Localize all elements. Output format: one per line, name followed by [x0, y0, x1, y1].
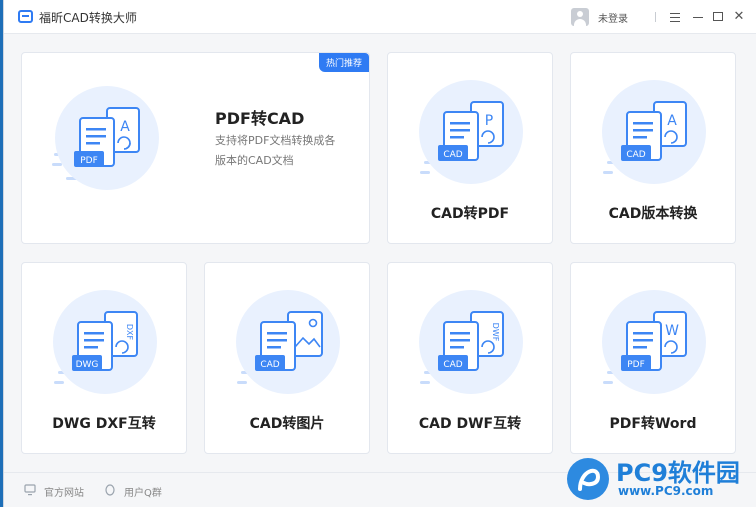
svg-text:DXF: DXF [125, 324, 134, 341]
card-dwg-dxf-convert[interactable]: DWG DXF DWG DXF互转 [21, 262, 187, 454]
card-cad-to-pdf[interactable]: CAD P CAD转PDF [387, 52, 553, 244]
card-label: CAD转图片 [249, 416, 325, 432]
card-cad-dwf-convert[interactable]: CAD DWF CAD DWF互转 [387, 262, 553, 454]
card-label: CAD版本转换 [608, 206, 698, 222]
title-bar: 福昕CAD转换大师 未登录 ✕ [4, 0, 756, 34]
user-qq-group-link[interactable]: 用户Q群 [124, 484, 162, 499]
pdf-file-convert-icon: PDF A [52, 86, 159, 190]
hero-desc-line2: 版本的CAD文档 [215, 154, 294, 167]
svg-text:CAD: CAD [443, 360, 462, 370]
login-status-link[interactable]: 未登录 [598, 10, 628, 25]
svg-text:PDF: PDF [80, 156, 98, 166]
dwg-file-convert-icon: DWG DXF [53, 290, 157, 394]
app-title: 福昕CAD转换大师 [39, 11, 137, 25]
card-label: DWG DXF互转 [52, 416, 156, 432]
hero-desc-line1: 支持将PDF文档转换成各 [215, 134, 336, 147]
svg-text:DWG: DWG [76, 360, 99, 370]
card-pdf-to-word[interactable]: PDF W PDF转Word [570, 262, 736, 454]
close-icon[interactable]: ✕ [731, 9, 747, 25]
svg-text:CAD: CAD [443, 150, 462, 160]
svg-text:DWF: DWF [491, 323, 500, 342]
monitor-icon [24, 484, 36, 496]
svg-text:CAD: CAD [626, 150, 645, 160]
hot-recommend-badge: 热门推荐 [318, 53, 369, 72]
watermark-url: www.PC9.com [618, 484, 714, 498]
avatar[interactable] [571, 8, 589, 26]
card-cad-version-convert[interactable]: CAD A CAD版本转换 [570, 52, 736, 244]
card-pdf-to-cad[interactable]: 热门推荐 PDF A PDF转CAD 支持将PDF文档转换成各 版本的CAD文档 [21, 52, 370, 244]
cad-image-convert-icon: CAD [236, 290, 340, 394]
pc9-watermark: PC9软件园 www.PC9.com [566, 453, 756, 507]
hero-title: PDF转CAD [215, 109, 305, 128]
pc9-logo-icon [567, 458, 609, 500]
official-website-link[interactable]: 官方网站 [44, 484, 84, 499]
dwf-file-convert-icon: CAD DWF [419, 290, 523, 394]
cad-file-convert-icon: CAD P [419, 80, 523, 184]
maximize-icon[interactable] [710, 9, 726, 25]
app-window: 福昕CAD转换大师 未登录 ✕ 热门推荐 PDF A PDF转CAD 支持将PD… [3, 0, 756, 507]
card-label: CAD DWF互转 [418, 416, 522, 432]
card-cad-to-image[interactable]: CAD CAD转图片 [204, 262, 370, 454]
word-file-convert-icon: PDF W [602, 290, 706, 394]
card-label: PDF转Word [609, 416, 697, 432]
svg-text:W: W [665, 323, 679, 339]
menu-icon[interactable] [667, 9, 683, 25]
svg-text:A: A [667, 113, 677, 129]
svg-text:CAD: CAD [260, 360, 279, 370]
card-label: CAD转PDF [430, 206, 510, 222]
minimize-icon[interactable] [690, 9, 706, 25]
svg-text:PDF: PDF [627, 360, 645, 370]
qq-icon [105, 484, 115, 496]
svg-text:P: P [485, 113, 493, 129]
app-logo-icon [18, 10, 33, 23]
cad-version-icon: CAD A [602, 80, 706, 184]
watermark-brand: PC9软件园 [616, 459, 740, 487]
svg-text:A: A [120, 119, 130, 135]
title-divider [655, 12, 656, 22]
